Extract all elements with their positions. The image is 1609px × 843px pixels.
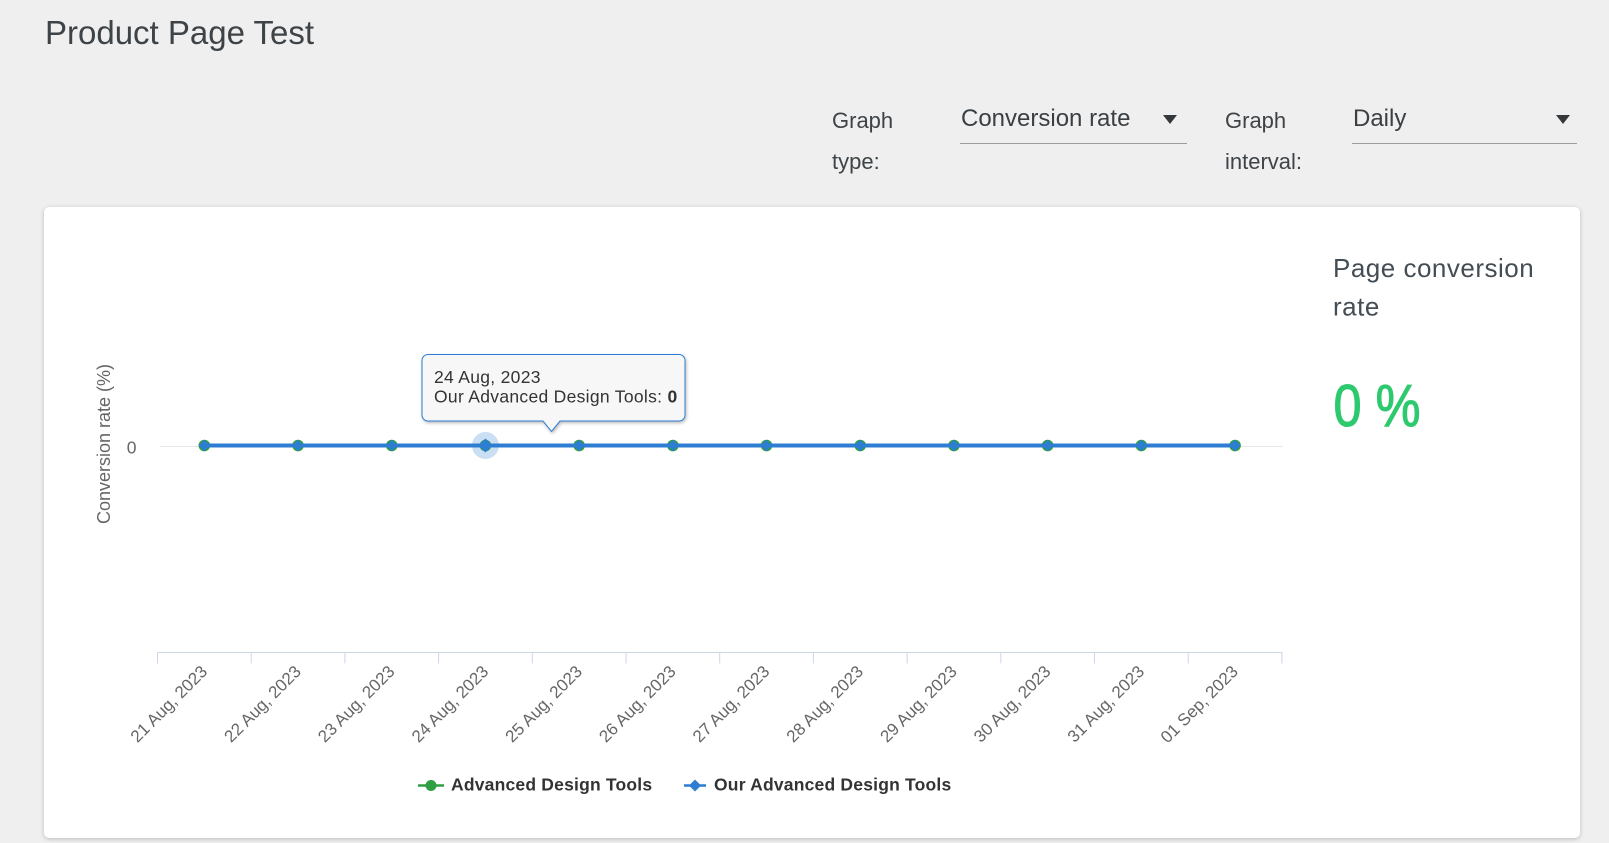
svg-text:0: 0 [127,438,137,458]
svg-text:24 Aug, 2023: 24 Aug, 2023 [434,367,541,387]
svg-text:01 Sep, 2023: 01 Sep, 2023 [1157,662,1242,747]
svg-text:29 Aug, 2023: 29 Aug, 2023 [876,662,960,746]
svg-text:Advanced Design Tools: Advanced Design Tools [451,775,652,795]
svg-text:23 Aug, 2023: 23 Aug, 2023 [314,662,398,746]
svg-text:rate: rate [1333,292,1380,322]
svg-text:27 Aug, 2023: 27 Aug, 2023 [689,662,773,746]
svg-text:Our Advanced Design Tools: 0: Our Advanced Design Tools: 0 [434,387,678,407]
svg-text:31 Aug, 2023: 31 Aug, 2023 [1064,662,1148,746]
svg-text:24 Aug, 2023: 24 Aug, 2023 [408,662,492,746]
svg-text:28 Aug, 2023: 28 Aug, 2023 [783,662,867,746]
svg-text:Conversion rate (%): Conversion rate (%) [94,364,114,524]
svg-text:30 Aug, 2023: 30 Aug, 2023 [970,662,1054,746]
svg-text:21 Aug, 2023: 21 Aug, 2023 [127,662,211,746]
svg-text:25 Aug, 2023: 25 Aug, 2023 [502,662,586,746]
svg-text:Page conversion: Page conversion [1333,253,1534,283]
svg-text:26 Aug, 2023: 26 Aug, 2023 [595,662,679,746]
svg-text:Our Advanced Design Tools: Our Advanced Design Tools [714,775,951,795]
svg-text:0 %: 0 % [1334,373,1421,439]
svg-text:22 Aug, 2023: 22 Aug, 2023 [221,662,305,746]
